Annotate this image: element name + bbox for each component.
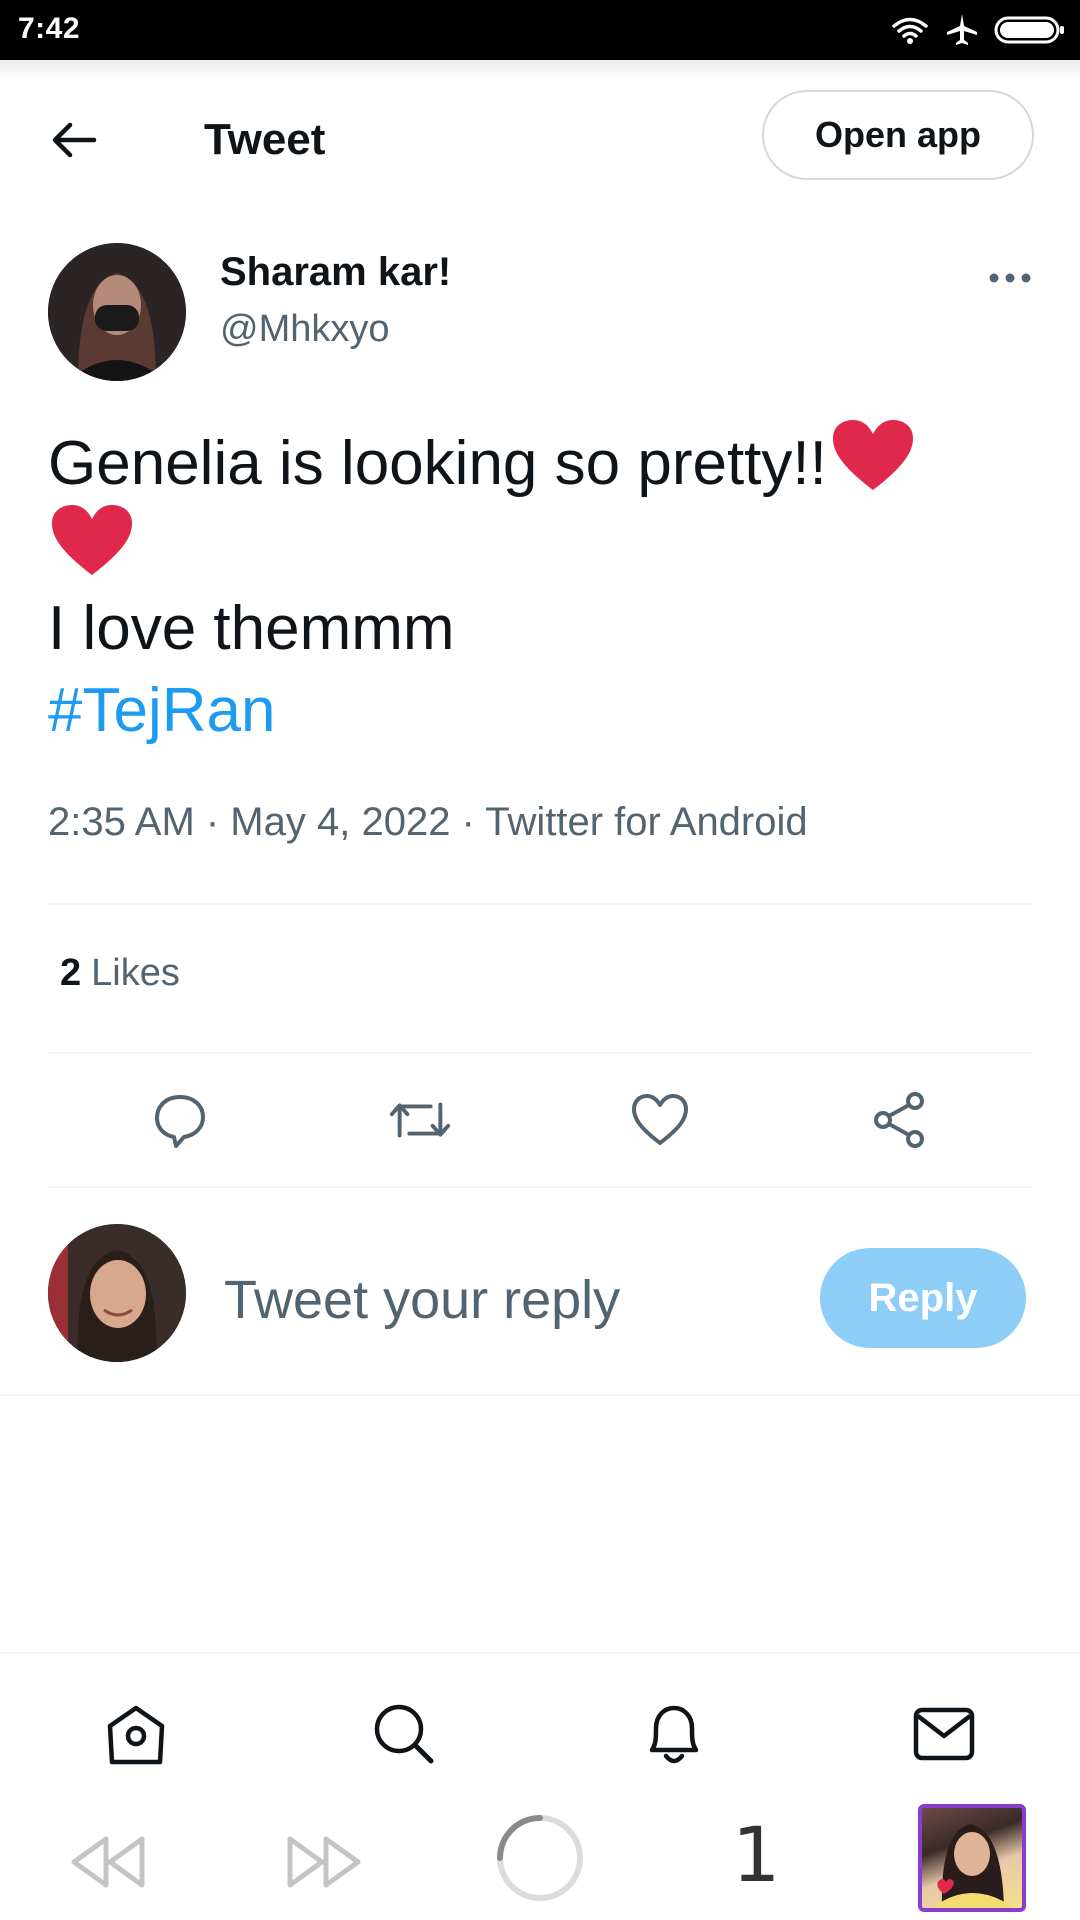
author-avatar-image bbox=[48, 243, 186, 381]
tweet-text-line1: Genelia is looking so pretty!! bbox=[48, 429, 827, 498]
nav-home[interactable] bbox=[96, 1694, 176, 1774]
likes-label: Likes bbox=[91, 952, 180, 994]
more-horizontal-icon bbox=[989, 273, 1031, 283]
tweet-actions bbox=[48, 1090, 1032, 1150]
tweet-text: Genelia is looking so pretty!! I love th… bbox=[48, 420, 1038, 752]
divider bbox=[0, 1394, 1080, 1396]
tweet-text-emoji-line bbox=[48, 505, 1038, 588]
retweet-action-button[interactable] bbox=[388, 1090, 452, 1150]
red-heart-icon bbox=[52, 505, 132, 575]
status-time: 7:42 bbox=[18, 12, 81, 45]
user-avatar[interactable] bbox=[48, 1224, 186, 1362]
status-icons bbox=[890, 12, 1066, 48]
browser-forward-button[interactable] bbox=[284, 1832, 364, 1892]
fast-forward-icon bbox=[287, 1836, 361, 1888]
wifi-icon bbox=[892, 17, 928, 44]
author-handle[interactable]: @Mhkxyo bbox=[220, 308, 390, 351]
airplane-icon bbox=[947, 14, 977, 45]
likes-count: 2 bbox=[60, 952, 82, 994]
browser-reload-button[interactable] bbox=[494, 1812, 586, 1904]
bottom-nav bbox=[0, 1652, 1080, 1802]
mail-icon bbox=[913, 1707, 975, 1761]
home-icon bbox=[107, 1705, 165, 1765]
nav-search[interactable] bbox=[364, 1694, 444, 1774]
profile-thumbnail-image bbox=[932, 1824, 1014, 1908]
rewind-icon bbox=[71, 1836, 145, 1888]
loading-spinner-icon bbox=[497, 1815, 583, 1901]
comment-icon bbox=[155, 1095, 205, 1148]
red-heart-icon bbox=[832, 420, 913, 490]
more-options-button[interactable] bbox=[980, 258, 1040, 298]
likes-stat[interactable]: 2 Likes bbox=[60, 952, 180, 995]
open-app-button[interactable]: Open app bbox=[762, 90, 1034, 180]
reply-action-button[interactable] bbox=[148, 1090, 212, 1150]
hashtag-link[interactable]: #TejRan bbox=[48, 670, 1038, 752]
nav-notifications[interactable] bbox=[634, 1694, 714, 1774]
reply-button[interactable]: Reply bbox=[820, 1248, 1026, 1348]
back-button[interactable] bbox=[44, 110, 104, 170]
author-avatar[interactable] bbox=[48, 243, 186, 381]
share-icon bbox=[874, 1092, 924, 1148]
tweet-text-line: Genelia is looking so pretty!! bbox=[48, 420, 1038, 505]
reply-input[interactable] bbox=[224, 1260, 784, 1340]
nav-messages[interactable] bbox=[904, 1694, 984, 1774]
status-bar: 7:42 bbox=[0, 0, 1080, 60]
page-title: Tweet bbox=[204, 115, 326, 164]
tweet-text-line3: I love themmm bbox=[48, 594, 455, 663]
author-name[interactable]: Sharam kar! bbox=[220, 250, 451, 295]
search-icon bbox=[374, 1704, 434, 1764]
browser-back-button[interactable] bbox=[68, 1832, 148, 1892]
battery-icon bbox=[994, 16, 1064, 44]
divider bbox=[48, 1052, 1032, 1054]
bell-icon bbox=[649, 1705, 699, 1764]
share-action-button[interactable] bbox=[868, 1090, 932, 1150]
browser-profile-thumbnail[interactable] bbox=[918, 1804, 1026, 1912]
arrow-left-icon bbox=[52, 122, 97, 158]
divider bbox=[48, 1186, 1032, 1188]
heart-outline-icon bbox=[632, 1094, 688, 1145]
retweet-icon bbox=[389, 1102, 451, 1138]
user-avatar-image bbox=[48, 1224, 186, 1362]
tweet-timestamp[interactable]: 2:35 AM · May 4, 2022 · Twitter for Andr… bbox=[48, 800, 808, 845]
divider bbox=[48, 903, 1032, 905]
tab-count[interactable]: 1 bbox=[732, 1810, 780, 1899]
top-bar: Tweet Open app bbox=[0, 60, 1080, 210]
like-action-button[interactable] bbox=[628, 1090, 692, 1150]
